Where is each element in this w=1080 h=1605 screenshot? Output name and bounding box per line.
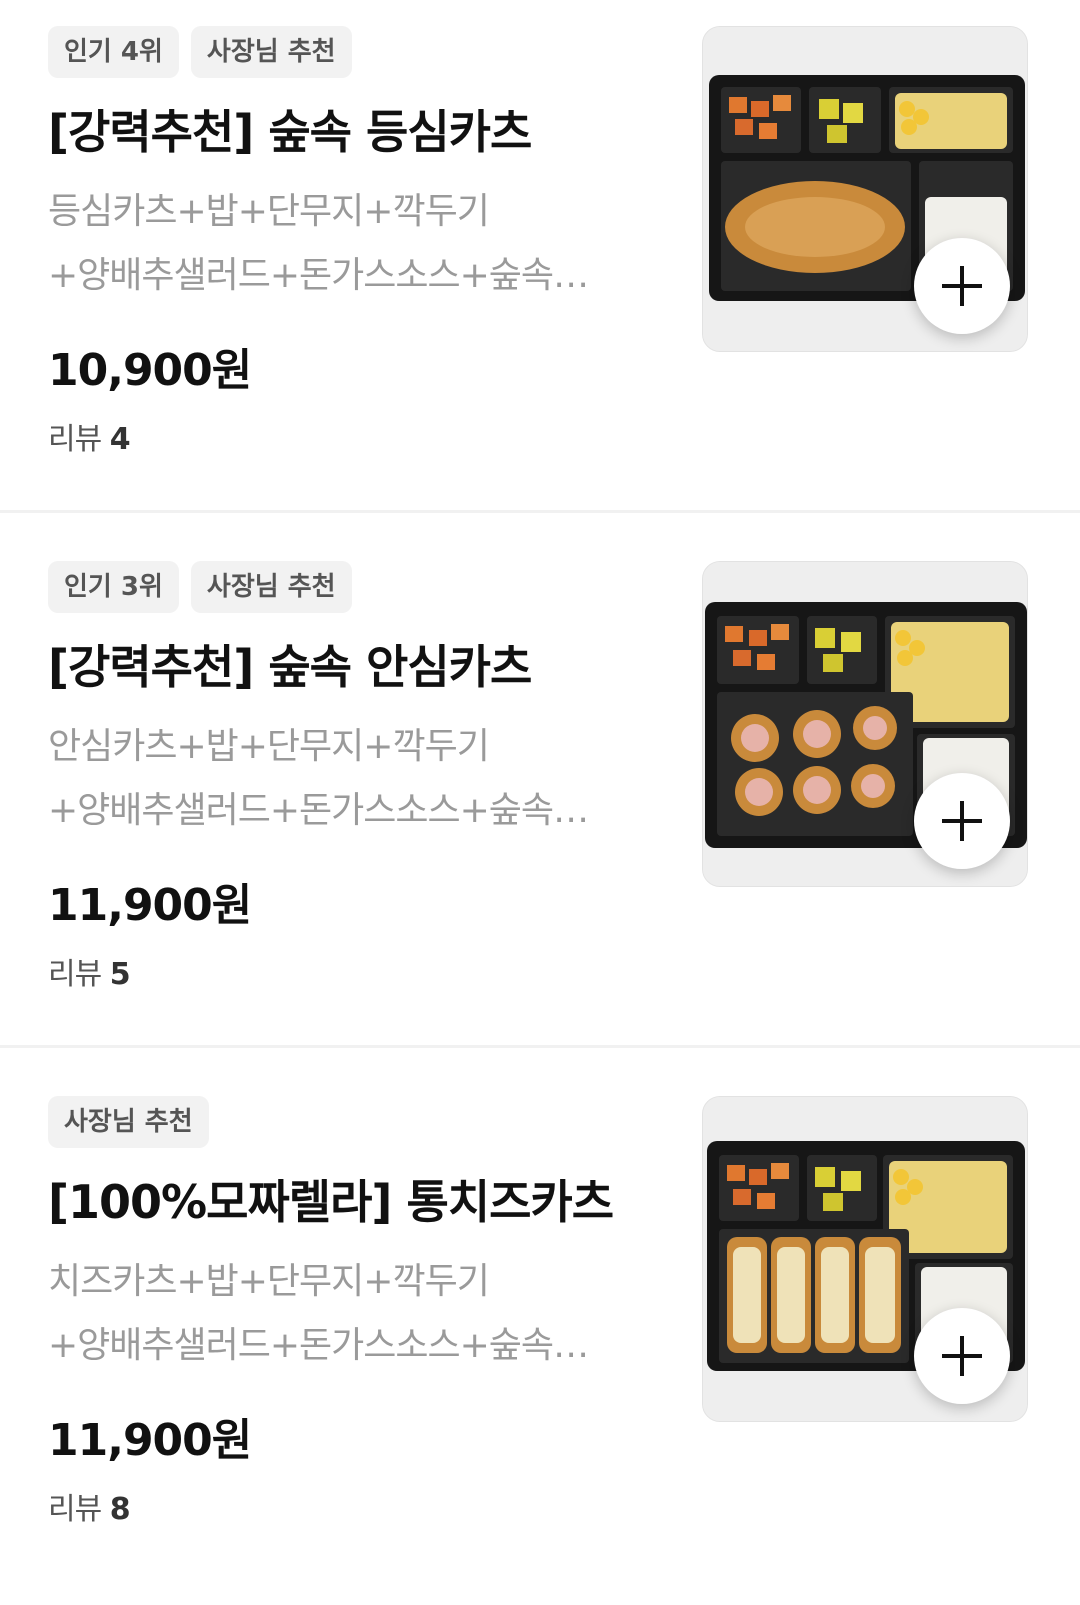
badge-group: 인기 3위 사장님 추천 bbox=[48, 561, 352, 613]
plus-icon bbox=[942, 266, 982, 306]
review-count: 8 bbox=[109, 1492, 131, 1527]
review-label: 리뷰 bbox=[48, 1492, 102, 1527]
menu-item-title: [강력추천] 숲속 등심카츠 bbox=[48, 105, 532, 159]
menu-list: 인기 4위 사장님 추천 [강력추천] 숲속 등심카츠 등심카츠+밥+단무지+깍… bbox=[0, 0, 1080, 1574]
menu-item-tenderloin-katsu[interactable]: 인기 3위 사장님 추천 [강력추천] 숲속 안심카츠 안심카츠+밥+단무지+깍… bbox=[0, 535, 1080, 1070]
menu-item-title: [100%모짜렐라] 통치즈카츠 bbox=[48, 1175, 614, 1229]
divider bbox=[0, 510, 1080, 513]
review-info: 리뷰 5 bbox=[48, 949, 131, 993]
plus-icon bbox=[942, 1336, 982, 1376]
menu-item-price: 10,900원 bbox=[48, 345, 252, 396]
add-to-cart-button[interactable] bbox=[914, 238, 1010, 334]
owner-pick-badge: 사장님 추천 bbox=[190, 561, 352, 613]
menu-item-title: [강력추천] 숲속 안심카츠 bbox=[48, 640, 532, 694]
menu-item-description: 치즈카츠+밥+단무지+깍두기+양배추샐러드+돈가스소스+숲속 시그니처소스 bbox=[48, 1261, 554, 1366]
badge-group: 사장님 추천 bbox=[48, 1096, 209, 1148]
menu-item-loin-katsu[interactable]: 인기 4위 사장님 추천 [강력추천] 숲속 등심카츠 등심카츠+밥+단무지+깍… bbox=[0, 0, 1080, 535]
review-info: 리뷰 8 bbox=[48, 1484, 131, 1528]
menu-item-price: 11,900원 bbox=[48, 1415, 252, 1466]
menu-item-description: 등심카츠+밥+단무지+깍두기+양배추샐러드+돈가스소스+숲속 시그니처소스 bbox=[48, 191, 554, 296]
review-count: 5 bbox=[109, 957, 131, 992]
divider bbox=[0, 1045, 1080, 1048]
add-to-cart-button[interactable] bbox=[914, 1308, 1010, 1404]
add-to-cart-button[interactable] bbox=[914, 773, 1010, 869]
plus-icon bbox=[942, 801, 982, 841]
review-count: 4 bbox=[109, 422, 131, 457]
popularity-badge: 인기 3위 bbox=[48, 561, 179, 613]
owner-pick-badge: 사장님 추천 bbox=[48, 1096, 209, 1148]
menu-item-description: 안심카츠+밥+단무지+깍두기+양배추샐러드+돈가스소스+숲속 시그니처소스 bbox=[48, 726, 554, 831]
owner-pick-badge: 사장님 추천 bbox=[190, 26, 352, 78]
menu-item-cheese-katsu[interactable]: 사장님 추천 [100%모짜렐라] 통치즈카츠 치즈카츠+밥+단무지+깍두기+양… bbox=[0, 1070, 1080, 1605]
review-info: 리뷰 4 bbox=[48, 414, 131, 458]
badge-group: 인기 4위 사장님 추천 bbox=[48, 26, 352, 78]
popularity-badge: 인기 4위 bbox=[48, 26, 179, 78]
review-label: 리뷰 bbox=[48, 422, 102, 457]
review-label: 리뷰 bbox=[48, 957, 102, 992]
menu-item-price: 11,900원 bbox=[48, 880, 252, 931]
